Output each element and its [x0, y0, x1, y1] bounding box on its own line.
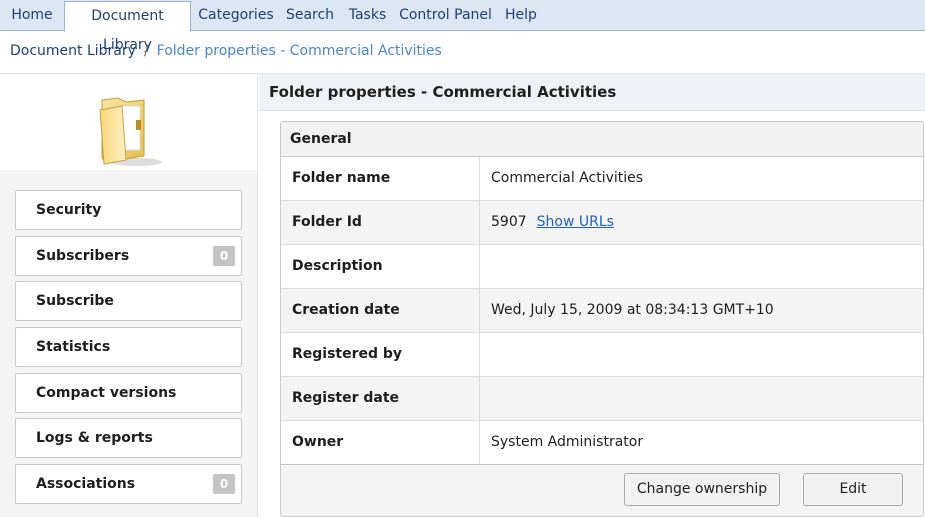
tab-help[interactable]: Help: [501, 0, 541, 31]
property-row-description: Description: [281, 245, 923, 289]
property-label: Description: [292, 258, 383, 274]
main-header: Folder properties - Commercial Activitie…: [259, 74, 925, 111]
property-value: Wed, July 15, 2009 at 08:34:13 GMT+10: [491, 302, 774, 318]
subscribers-count-badge: 0: [213, 246, 235, 266]
property-row-registered-by: Registered by: [281, 333, 923, 377]
folder-icon-area: [0, 74, 257, 170]
tab-document-library[interactable]: Document Library: [64, 1, 191, 53]
tab-categories[interactable]: Categories: [197, 0, 275, 31]
column-divider: [479, 421, 480, 464]
column-divider: [479, 201, 480, 244]
security-label: Security: [36, 202, 102, 218]
property-row-owner: Owner System Administrator: [281, 421, 923, 465]
show-urls-link[interactable]: Show URLs: [537, 214, 614, 230]
property-value: 5907 Show URLs: [491, 214, 614, 230]
property-value: Commercial Activities: [491, 170, 644, 186]
section-header: General: [281, 122, 923, 157]
property-label: Folder Id: [292, 214, 362, 230]
associations-button[interactable]: Associations 0: [15, 464, 242, 504]
property-label: Creation date: [292, 302, 400, 318]
properties-panel: General Folder name Commercial Activitie…: [280, 121, 924, 517]
column-divider: [479, 333, 480, 376]
tab-home[interactable]: Home: [6, 0, 58, 31]
tab-tasks[interactable]: Tasks: [345, 0, 390, 31]
property-label: Register date: [292, 390, 400, 406]
property-label: Owner: [292, 434, 344, 450]
change-ownership-button[interactable]: Change ownership: [624, 473, 780, 506]
statistics-button[interactable]: Statistics: [15, 327, 242, 367]
column-divider: [479, 377, 480, 420]
associations-count-badge: 0: [213, 474, 235, 494]
associations-label: Associations: [36, 476, 136, 492]
subscribe-label: Subscribe: [36, 293, 114, 309]
breadcrumb-root-link[interactable]: Document Library: [10, 43, 136, 59]
logs-reports-label: Logs & reports: [36, 430, 153, 446]
subscribers-button[interactable]: Subscribers 0: [15, 236, 242, 276]
property-label: Folder name: [292, 170, 391, 186]
property-row-folder-id: Folder Id 5907 Show URLs: [281, 201, 923, 245]
section-title: General: [290, 131, 352, 147]
breadcrumb-current: Folder properties - Commercial Activitie…: [156, 43, 442, 59]
edit-button[interactable]: Edit: [803, 473, 903, 506]
property-value: System Administrator: [491, 434, 644, 450]
compact-versions-button[interactable]: Compact versions: [15, 373, 242, 413]
tab-search[interactable]: Search: [283, 0, 337, 31]
property-label: Registered by: [292, 346, 403, 362]
property-row-register-date: Register date: [281, 377, 923, 421]
statistics-label: Statistics: [36, 339, 111, 355]
tab-control-panel[interactable]: Control Panel: [398, 0, 493, 31]
breadcrumb: Document Library / Folder properties - Com…: [10, 43, 442, 63]
column-divider: [479, 157, 480, 200]
compact-versions-label: Compact versions: [36, 385, 177, 401]
property-row-folder-name: Folder name Commercial Activities: [281, 157, 923, 201]
folder-icon: [99, 97, 162, 166]
security-button[interactable]: Security: [15, 190, 242, 230]
sidebar: Security Subscribers 0 Subscribe Statist…: [0, 74, 258, 517]
column-divider: [479, 245, 480, 288]
column-divider: [479, 289, 480, 332]
property-row-creation-date: Creation date Wed, July 15, 2009 at 08:3…: [281, 289, 923, 333]
logs-reports-button[interactable]: Logs & reports: [15, 418, 242, 458]
subscribe-button[interactable]: Subscribe: [15, 281, 242, 321]
subscribers-label: Subscribers: [36, 248, 130, 264]
breadcrumb-separator: /: [143, 43, 149, 59]
folder-id-value: 5907: [491, 214, 527, 230]
top-nav: Home Document Library Categories Search …: [0, 0, 925, 53]
page-title: Folder properties - Commercial Activitie…: [269, 83, 617, 101]
